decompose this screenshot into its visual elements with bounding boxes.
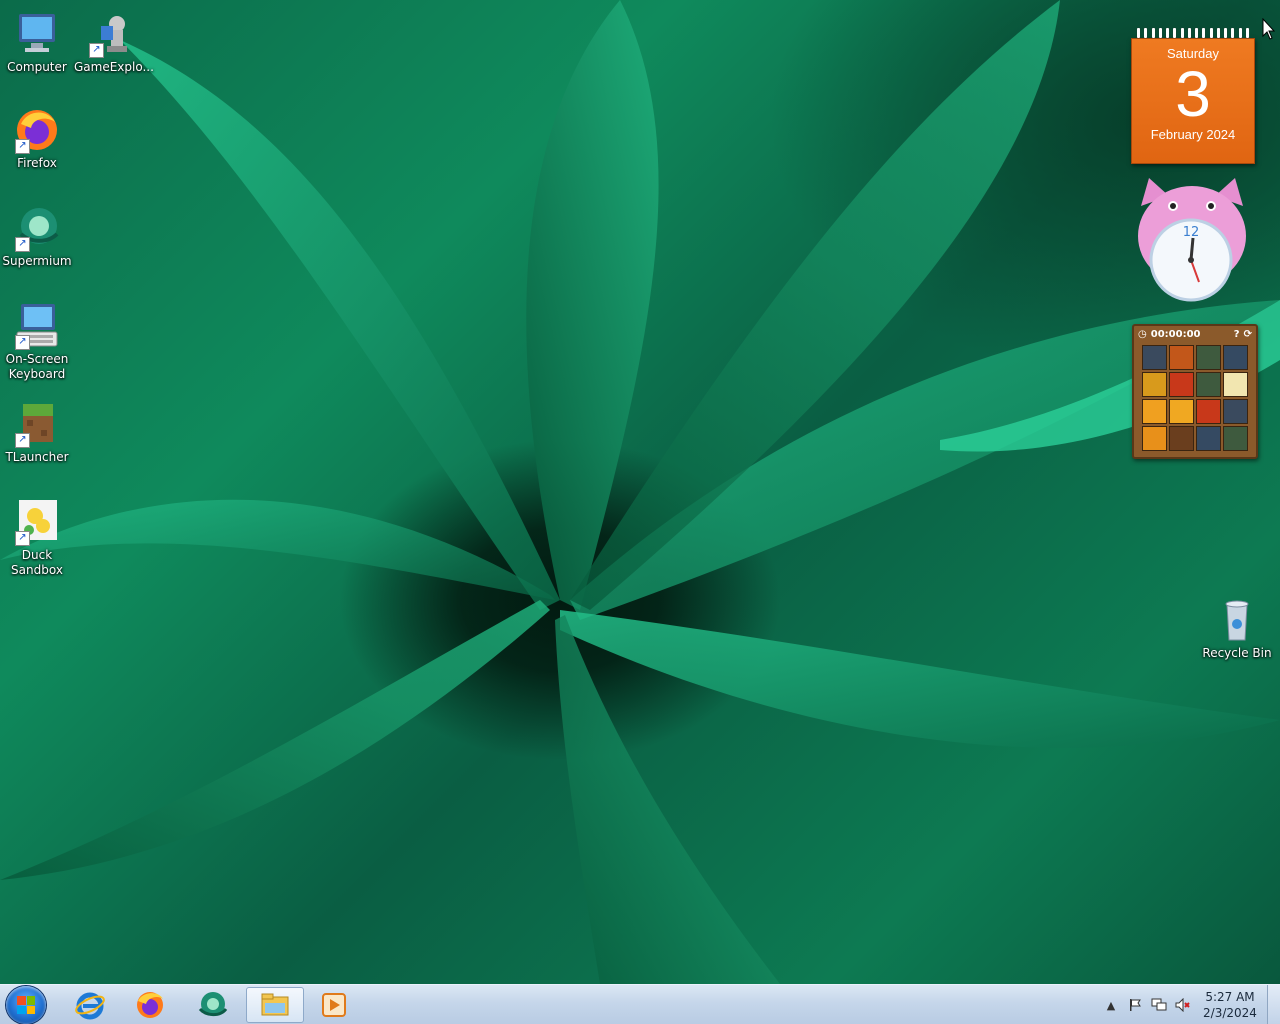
wallpaper-leaves (0, 0, 1280, 984)
puzzle-tile[interactable] (1169, 399, 1194, 424)
puzzle-grid[interactable] (1142, 345, 1256, 451)
puzzle-tile[interactable] (1223, 399, 1248, 424)
puzzle-tile[interactable] (1169, 372, 1194, 397)
picture-puzzle-gadget[interactable]: ◷ 00:00:00 ? ⟳ (1132, 324, 1258, 459)
desktop-icon-gameexplorer[interactable]: ↗ GameExplo... (74, 10, 154, 75)
puzzle-tile[interactable] (1223, 426, 1248, 451)
file-explorer-icon (261, 993, 289, 1016)
network-icon[interactable] (1150, 997, 1168, 1013)
puzzle-tile[interactable] (1196, 426, 1221, 451)
show-hidden-icons-icon[interactable]: ▲ (1102, 997, 1120, 1013)
cat-clock-icon: 12 (1138, 178, 1246, 302)
supermium-icon (198, 992, 228, 1017)
clock-twelve-label: 12 (1183, 225, 1200, 240)
system-tray: ▲ 5:27 AM 2/3/2024 (1099, 985, 1280, 1024)
shortcut-arrow-icon: ↗ (15, 335, 30, 350)
desktop-icon-duck-sandbox[interactable]: ↗ Duck Sandbox (0, 498, 74, 578)
desktop-icon-label: GameExplo... (74, 60, 154, 74)
taskbar-file-explorer[interactable] (246, 987, 304, 1023)
volume-muted-icon[interactable] (1174, 997, 1192, 1013)
keyboard-icon: ↗ (13, 302, 61, 350)
shortcut-arrow-icon: ↗ (15, 531, 30, 546)
desktop-icon-label: Computer (7, 60, 67, 74)
puzzle-timer: 00:00:00 (1150, 328, 1201, 340)
shortcut-arrow-icon: ↗ (15, 139, 30, 154)
shortcut-arrow-icon: ↗ (15, 433, 30, 448)
game-explorer-icon: ↗ (87, 10, 135, 58)
supermium-icon: ↗ (13, 204, 61, 252)
puzzle-tile[interactable] (1223, 372, 1248, 397)
taskbar-internet-explorer[interactable] (62, 987, 118, 1023)
taskbar-supermium[interactable] (184, 987, 240, 1023)
puzzle-tile[interactable] (1223, 345, 1248, 370)
duck-sandbox-icon: ↗ (13, 498, 61, 546)
calendar-gadget[interactable]: Saturday 3 February 2024 (1131, 28, 1255, 164)
puzzle-tile[interactable] (1196, 345, 1221, 370)
desktop-icon-tlauncher[interactable]: ↗ TLauncher (0, 400, 74, 465)
taskbar-firefox[interactable] (122, 987, 178, 1023)
internet-explorer-icon (75, 992, 105, 1020)
media-player-icon (322, 993, 346, 1017)
desktop-icon-label: Supermium (2, 254, 72, 268)
desktop-icon-label: Duck Sandbox (11, 548, 63, 577)
puzzle-tile[interactable] (1142, 372, 1167, 397)
shortcut-arrow-icon: ↗ (89, 43, 104, 58)
desktop-icon-on-screen-keyboard[interactable]: ↗ On-Screen Keyboard (0, 302, 74, 382)
desktop-icon-supermium[interactable]: ↗ Supermium (0, 204, 74, 269)
firefox-icon (137, 992, 163, 1018)
desktop-wallpaper (0, 0, 1280, 984)
tlauncher-icon: ↗ (13, 400, 61, 448)
calendar-binding (1131, 28, 1255, 38)
clock-gadget[interactable]: 12 (1133, 176, 1251, 304)
timer-icon: ◷ (1138, 328, 1147, 340)
puzzle-tile[interactable] (1169, 345, 1194, 370)
desktop-icon-firefox[interactable]: ↗ Firefox (0, 106, 74, 171)
puzzle-tile[interactable] (1142, 345, 1167, 370)
desktop-icon-label: On-Screen Keyboard (5, 352, 69, 381)
shortcut-arrow-icon: ↗ (15, 237, 30, 252)
calendar-month-year: February 2024 (1150, 127, 1236, 142)
start-button[interactable] (6, 986, 46, 1024)
shuffle-icon[interactable]: ⟳ (1244, 329, 1252, 340)
puzzle-tile[interactable] (1142, 399, 1167, 424)
puzzle-tile[interactable] (1142, 426, 1167, 451)
clock-date: 2/3/2024 (1203, 1006, 1257, 1020)
puzzle-tile[interactable] (1196, 399, 1221, 424)
taskbar-media-player[interactable] (306, 987, 362, 1023)
desktop-icon-computer[interactable]: Computer (0, 10, 74, 75)
mouse-cursor-icon (1262, 18, 1276, 40)
puzzle-tile[interactable] (1196, 372, 1221, 397)
windows-logo-icon (17, 996, 35, 1014)
clock-time: 5:27 AM (1205, 990, 1255, 1004)
show-desktop-button[interactable] (1267, 985, 1280, 1024)
recycle-bin-icon (1213, 596, 1261, 644)
help-icon[interactable]: ? (1234, 329, 1240, 340)
desktop-icon-recycle-bin[interactable]: Recycle Bin (1200, 596, 1274, 661)
firefox-icon: ↗ (13, 106, 61, 154)
taskbar: ▲ 5:27 AM 2/3/2024 (0, 984, 1280, 1024)
taskbar-clock[interactable]: 5:27 AM 2/3/2024 (1199, 989, 1261, 1021)
desktop-icon-label: Firefox (17, 156, 57, 170)
desktop-icon-label: Recycle Bin (1202, 646, 1272, 660)
calendar-day-number: 3 (1175, 58, 1211, 130)
desktop-icon-label: TLauncher (5, 450, 69, 464)
action-center-flag-icon[interactable] (1126, 997, 1144, 1013)
puzzle-tile-empty[interactable] (1169, 426, 1194, 451)
computer-icon (13, 10, 61, 58)
